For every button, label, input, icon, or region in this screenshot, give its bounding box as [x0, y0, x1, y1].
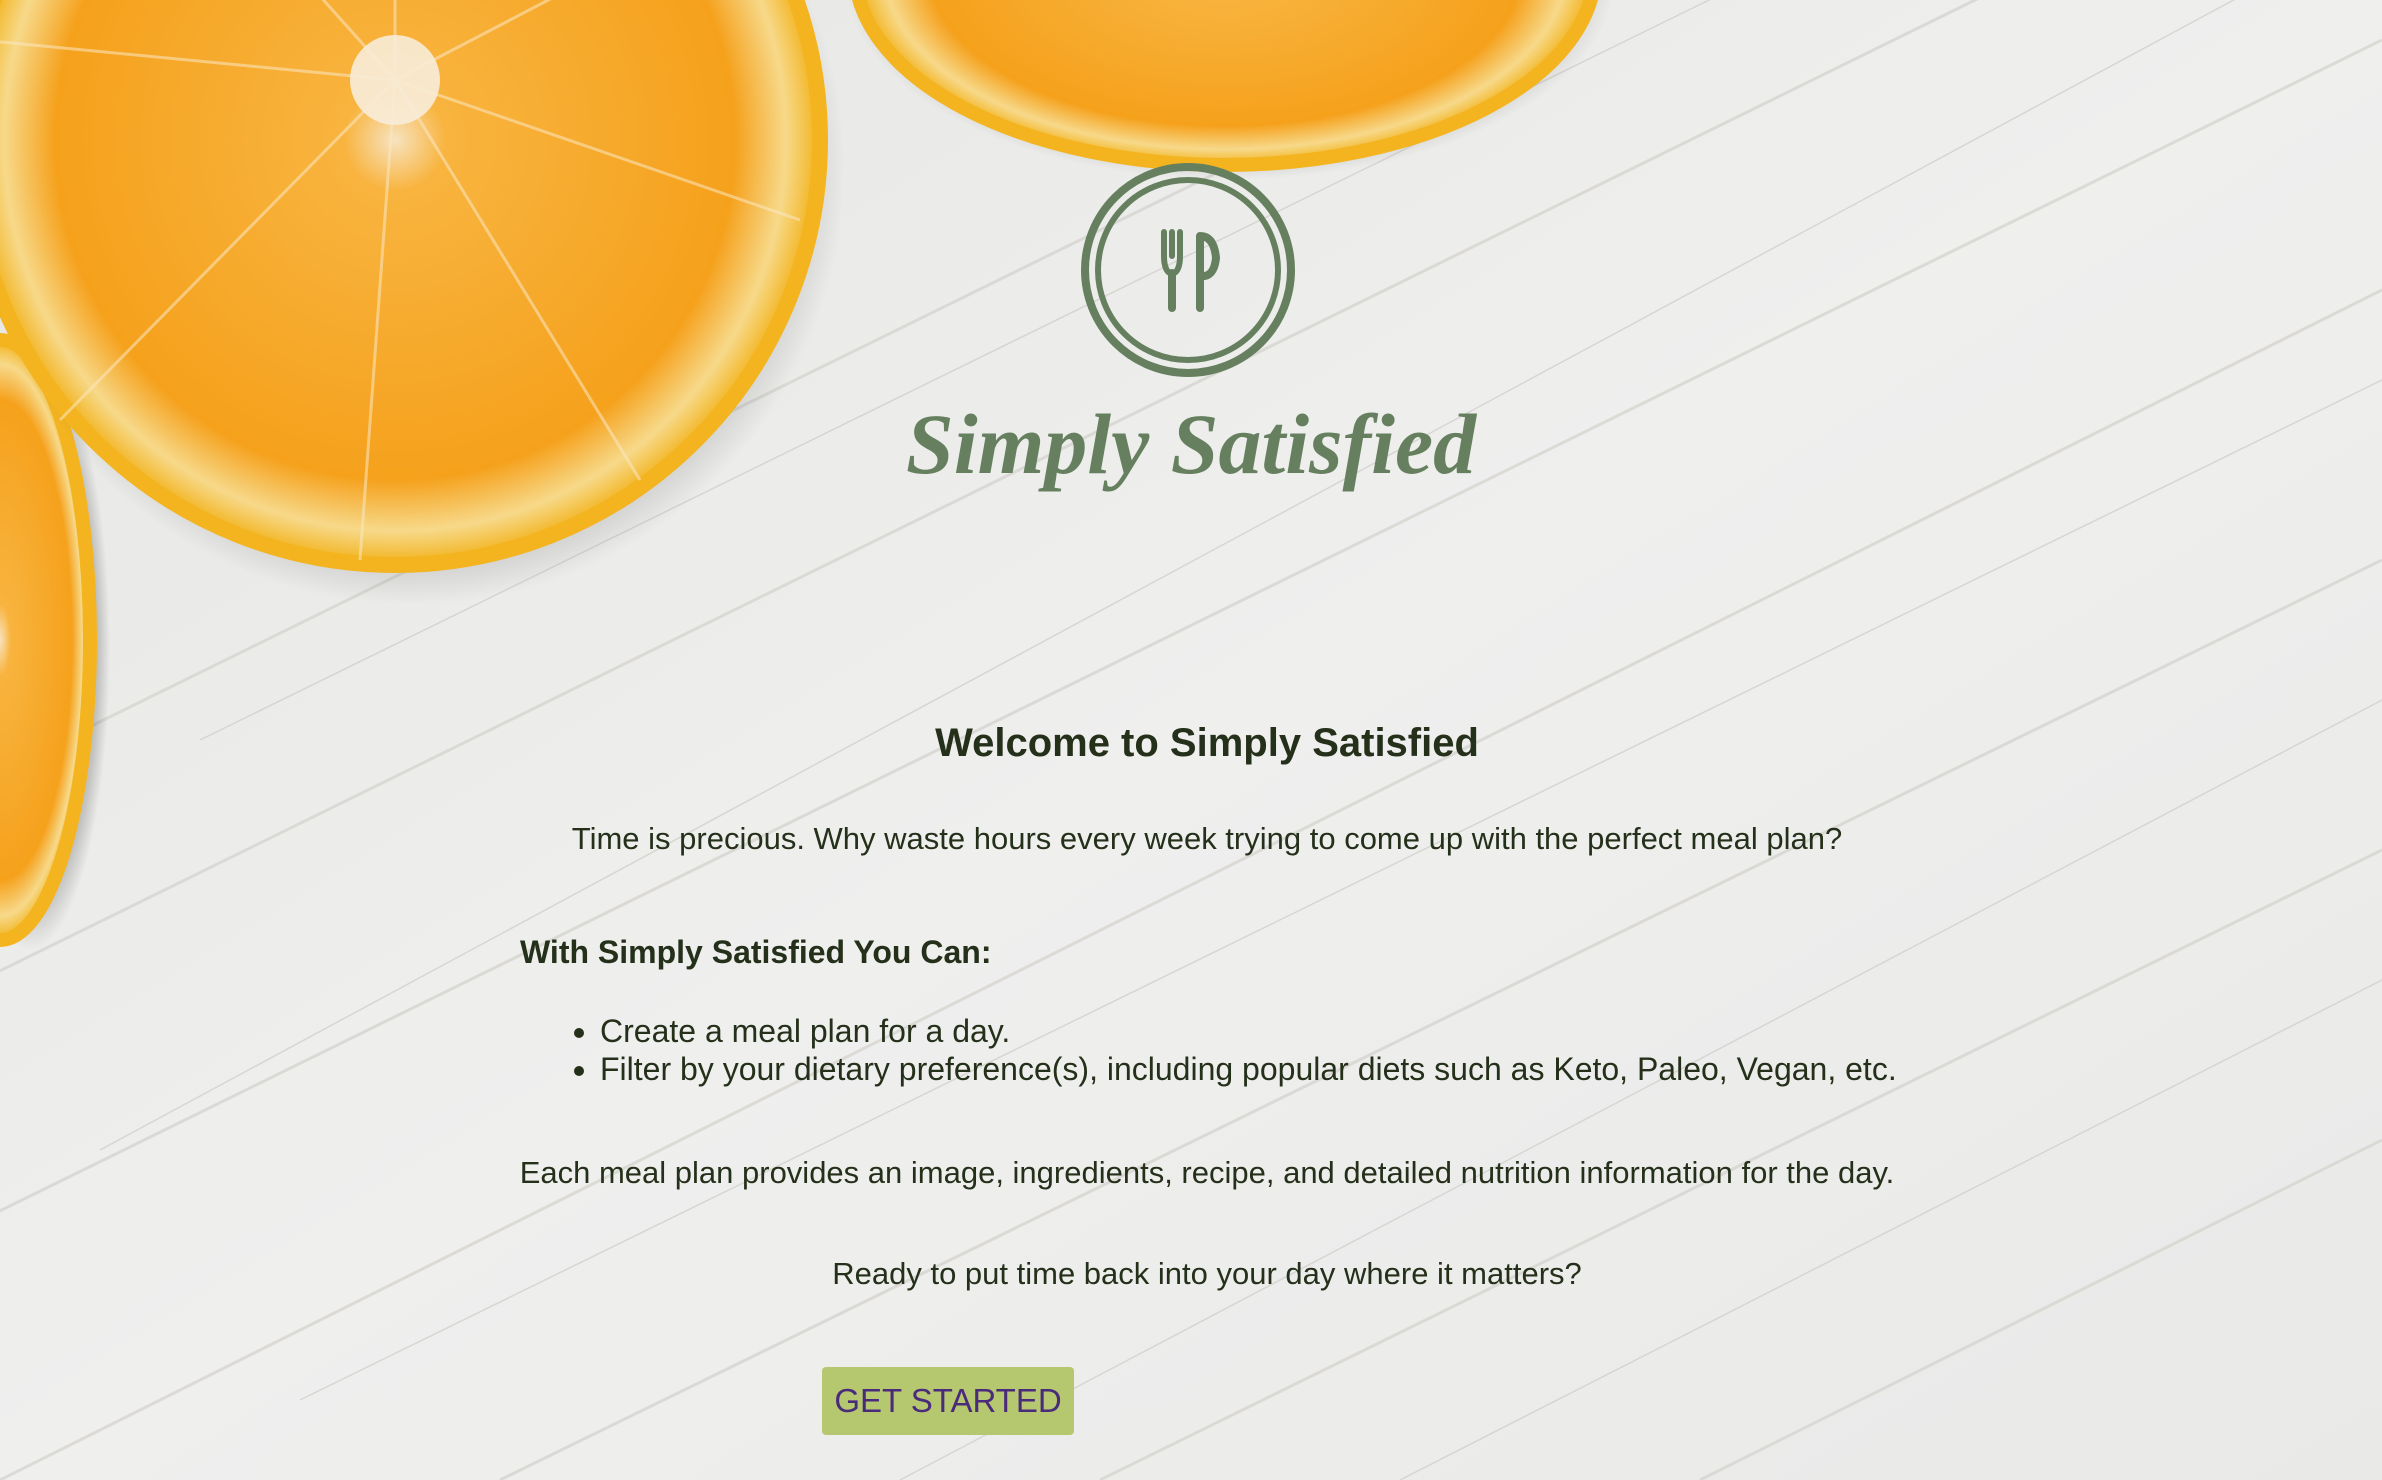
- features-list: Create a meal plan for a day. Filter by …: [520, 1012, 1897, 1088]
- list-item: Filter by your dietary preference(s), in…: [600, 1050, 1897, 1088]
- brand-title: Simply Satisfied: [906, 396, 1478, 492]
- cta-question: Ready to put time back into your day whe…: [832, 1256, 1582, 1291]
- welcome-heading: Welcome to Simply Satisfied: [935, 721, 1479, 765]
- svg-text:Simply Satisfied: Simply Satisfied: [906, 396, 1478, 492]
- logo-icon: [1078, 160, 1298, 380]
- list-item: Create a meal plan for a day.: [600, 1012, 1897, 1050]
- get-started-button[interactable]: GET STARTED: [822, 1367, 1074, 1435]
- features-heading: With Simply Satisfied You Can:: [520, 934, 992, 970]
- intro-text: Time is precious. Why waste hours every …: [571, 821, 1843, 856]
- description-text: Each meal plan provides an image, ingred…: [519, 1155, 1895, 1190]
